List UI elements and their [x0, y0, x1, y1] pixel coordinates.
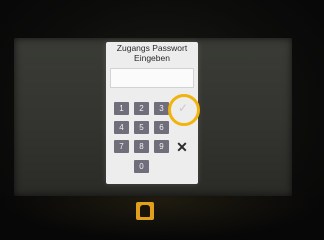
key-0[interactable]: 0	[134, 160, 149, 173]
dialog-title-line-2: Eingeben	[134, 53, 170, 63]
device-lower-panel	[0, 196, 324, 240]
key-5[interactable]: 5	[134, 121, 149, 134]
dialog-title: Zugangs Passwort Eingeben	[106, 43, 198, 63]
key-8[interactable]: 8	[134, 140, 149, 153]
password-input[interactable]	[110, 68, 194, 88]
key-2[interactable]: 2	[134, 102, 149, 115]
key-4[interactable]: 4	[114, 121, 129, 134]
highlight-circle	[168, 94, 200, 126]
key-1[interactable]: 1	[114, 102, 129, 115]
key-7[interactable]: 7	[114, 140, 129, 153]
key-3[interactable]: 3	[154, 102, 169, 115]
key-9[interactable]: 9	[154, 140, 169, 153]
cancel-x-icon[interactable]: ✕	[174, 139, 190, 155]
logo-figure	[140, 205, 150, 217]
dialog-title-line-1: Zugangs Passwort	[116, 43, 188, 53]
brand-logo-icon	[136, 202, 154, 220]
key-6[interactable]: 6	[154, 121, 169, 134]
